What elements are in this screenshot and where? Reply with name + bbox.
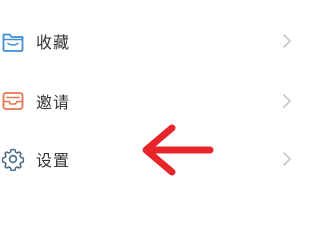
inbox-icon — [0, 88, 26, 114]
menu-item-invite[interactable]: 邀请 — [0, 80, 300, 122]
menu-item-favorites[interactable]: 收藏 — [0, 20, 300, 62]
menu-item-label: 设置 — [36, 151, 71, 170]
chevron-right-icon — [280, 151, 294, 167]
menu-item-label: 邀请 — [36, 93, 71, 112]
menu-item-label: 收藏 — [36, 33, 71, 52]
chevron-right-icon — [280, 93, 294, 109]
folder-icon — [0, 28, 26, 54]
settings-menu-screen: 收藏 邀请 设置 — [0, 0, 320, 240]
arrow-left-icon — [140, 120, 220, 180]
chevron-right-icon — [280, 33, 294, 49]
gear-icon — [0, 146, 26, 172]
